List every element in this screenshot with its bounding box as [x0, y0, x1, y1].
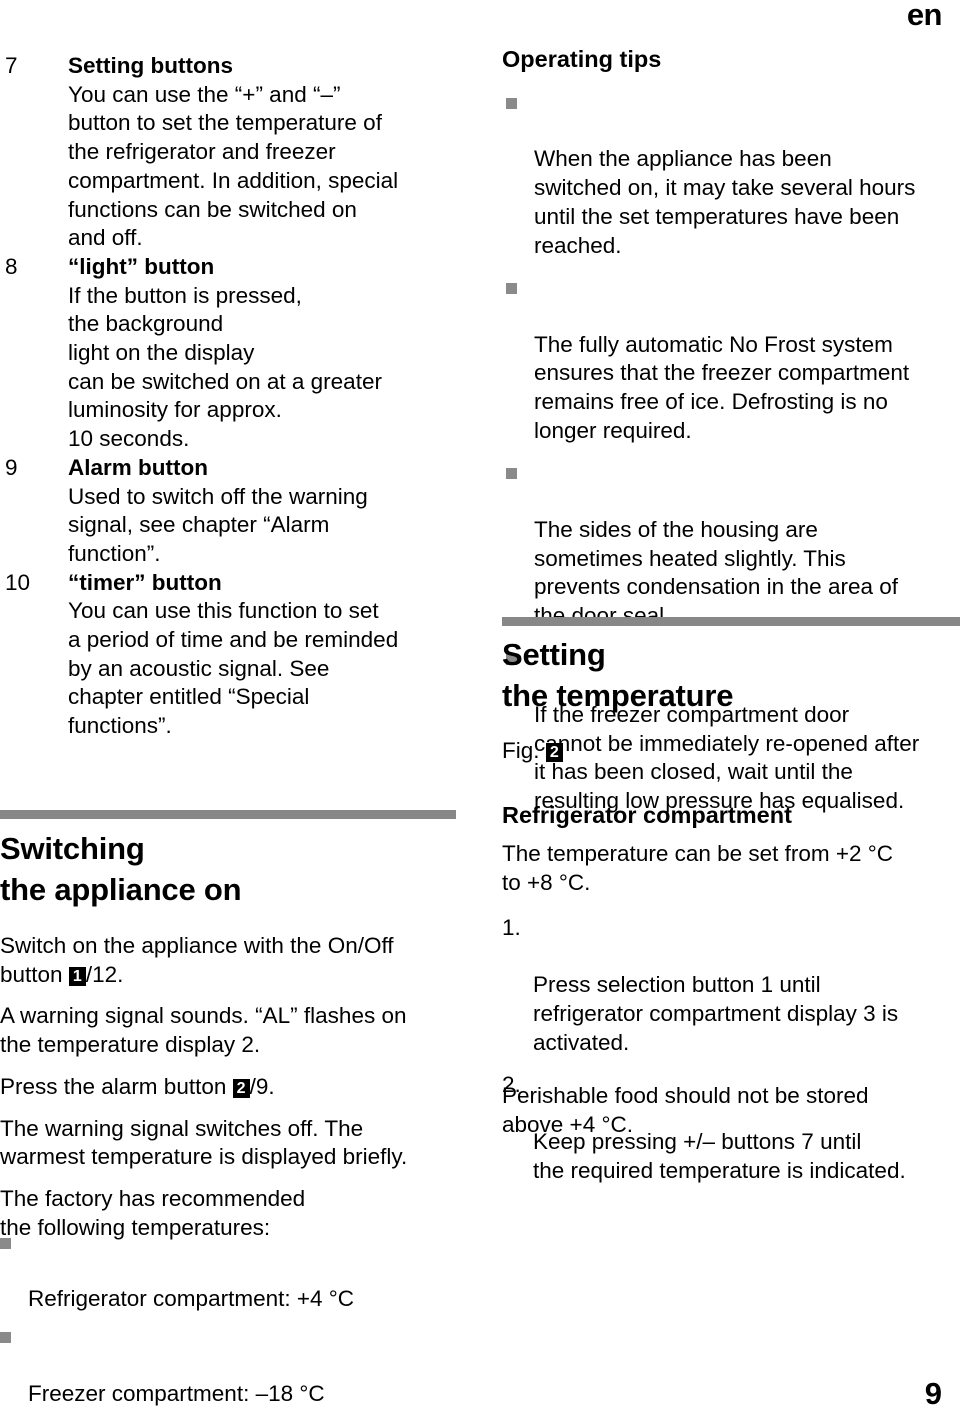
item-term: “light” button [68, 253, 215, 279]
warning-signal-paragraph: A warning signal sounds. “AL” flashes on… [0, 1003, 407, 1058]
numbered-item: 8 “light” button If the button is presse… [0, 253, 470, 454]
bullet-square-icon [506, 98, 517, 109]
numbered-control-list: 7 Setting buttons You can use the “+” an… [0, 52, 470, 741]
item-number: 7 [5, 53, 18, 78]
switch-on-text-after: /12. [85, 961, 124, 987]
perishable-food-note: Perishable food should not be stored abo… [502, 1082, 960, 1139]
switch-on-text-before: Switch on the appliance with the On/Off … [0, 933, 394, 987]
bullet-square-icon [506, 283, 517, 295]
setting-temperature-title: Setting the temperature [502, 637, 734, 713]
list-item-label: Refrigerator compartment: +4 °C [28, 1286, 354, 1312]
manual-page: en 7 Setting buttons You can use the “+”… [0, 0, 960, 1423]
step-number: 1. [502, 915, 521, 940]
recommended-temperatures-list: Refrigerator compartment: +4 °C Freezer … [0, 1228, 470, 1416]
list-item-label: The sides of the housing are sometimes h… [534, 516, 898, 628]
list-item: Refrigerator compartment: +4 °C [0, 1228, 470, 1314]
section-divider-right [502, 617, 960, 626]
item-number: 10 [5, 569, 31, 595]
bullet-square-icon [506, 468, 517, 480]
numbered-item: 9 Alarm button Used to switch off the wa… [0, 454, 470, 569]
item-description: Used to switch off the warning signal, s… [68, 483, 368, 566]
figure-reference: Fig. 2 [502, 737, 563, 766]
item-number: 8 [5, 253, 18, 279]
numbered-item: 10 “timer” button You can use this funct… [0, 569, 470, 741]
figure-reference-label: Fig. [502, 738, 540, 763]
page-number: 9 [924, 1376, 942, 1411]
list-item-label: If the freezer compartment door cannot b… [534, 702, 920, 814]
signal-off-paragraph: The warning signal switches off. The war… [0, 1115, 408, 1170]
switch-on-paragraph: Switch on the appliance with the On/Off … [0, 932, 470, 989]
item-term: “timer” button [68, 569, 222, 595]
bullet-square-icon [0, 1332, 11, 1344]
list-item: When the appliance has been switched on,… [502, 88, 960, 260]
press-alarm-text-after: /9. [249, 1073, 275, 1099]
temperature-range-paragraph: The temperature can be set from +2 °C to… [502, 840, 960, 897]
item-description: You can use the “+” and “–” button to se… [68, 81, 399, 251]
figure-mark-2: 2 [545, 743, 563, 762]
section-divider-left [0, 810, 456, 819]
list-item-label: The fully automatic No Frost system ensu… [534, 331, 910, 443]
list-item: Freezer compartment: –18 °C [0, 1322, 470, 1408]
refrigerator-compartment-heading: Refrigerator compartment [502, 802, 792, 828]
item-description: You can use this function to set a perio… [68, 598, 399, 739]
list-item-label: Freezer compartment: –18 °C [28, 1380, 325, 1406]
step-text: Press selection button 1 until refrigera… [533, 972, 899, 1055]
list-item: 1. Press selection button 1 until refrig… [502, 914, 960, 1058]
item-term: Setting buttons [68, 53, 233, 78]
item-description: If the button is pressed, the background… [68, 282, 382, 452]
item-term: Alarm button [68, 454, 208, 480]
switching-section-title: Switching the appliance on [0, 831, 242, 907]
numbered-item: 7 Setting buttons You can use the “+” an… [0, 52, 470, 253]
switching-section-body: Switch on the appliance with the On/Off … [0, 932, 470, 1242]
list-item: The sides of the housing are sometimes h… [502, 458, 960, 630]
list-item-label: When the appliance has been switched on,… [534, 146, 916, 258]
figure-mark-2: 2 [232, 1078, 250, 1098]
list-item: The fully automatic No Frost system ensu… [502, 273, 960, 445]
bullet-square-icon [0, 1238, 11, 1249]
operating-tips-heading: Operating tips [502, 46, 662, 72]
perishable-food-text: Perishable food should not be stored abo… [502, 1083, 869, 1137]
figure-mark-1: 1 [68, 966, 86, 986]
temperature-range-text: The temperature can be set from +2 °C to… [502, 841, 894, 895]
item-number: 9 [5, 454, 18, 480]
press-alarm-text-before: Press the alarm button [0, 1073, 233, 1099]
language-marker: en [906, 0, 943, 32]
temperature-setting-steps: 1. Press selection button 1 until refrig… [502, 914, 960, 1198]
press-alarm-paragraph: Press the alarm button 2/9. [0, 1073, 470, 1102]
